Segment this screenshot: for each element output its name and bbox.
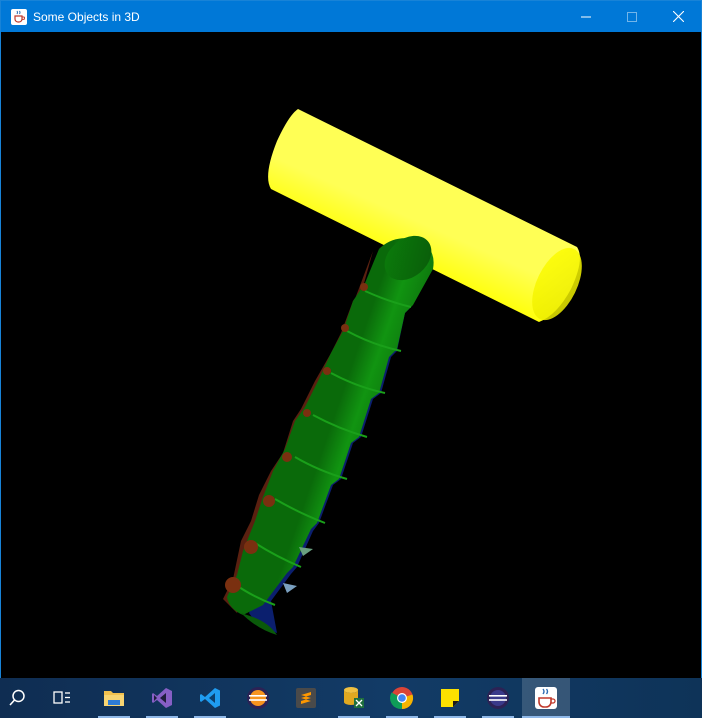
sublime-text-icon xyxy=(296,688,316,708)
taskbar-search[interactable] xyxy=(0,678,34,718)
taskbar-sublime-text[interactable] xyxy=(282,678,330,718)
close-button[interactable] xyxy=(655,1,701,32)
taskbar-eclipse-2[interactable] xyxy=(474,678,522,718)
title-bar[interactable]: Some Objects in 3D xyxy=(1,1,701,32)
taskbar xyxy=(0,678,702,718)
yellow-cylinder xyxy=(268,109,582,322)
taskbar-file-explorer[interactable] xyxy=(90,678,138,718)
maximize-button[interactable] xyxy=(609,1,655,32)
search-icon xyxy=(9,689,25,706)
taskbar-visual-studio[interactable] xyxy=(138,678,186,718)
chrome-icon xyxy=(390,687,414,710)
app-window: Some Objects in 3D xyxy=(0,0,702,678)
window-title: Some Objects in 3D xyxy=(33,9,140,24)
render-canvas-3d[interactable] xyxy=(1,32,701,678)
vs-code-icon xyxy=(200,688,220,708)
maximize-icon xyxy=(627,11,637,22)
file-explorer-icon xyxy=(104,691,124,706)
taskbar-database-tool[interactable] xyxy=(330,678,378,718)
sticky-notes-icon xyxy=(441,689,459,707)
taskbar-java-app[interactable] xyxy=(522,678,570,718)
java-app-icon xyxy=(535,687,557,709)
task-view-icon xyxy=(53,691,70,704)
visual-studio-icon xyxy=(152,688,172,708)
database-tool-icon xyxy=(344,687,364,708)
java-cup-icon[interactable] xyxy=(11,8,27,25)
minimize-button[interactable] xyxy=(563,1,609,32)
scene-3d xyxy=(223,109,582,635)
taskbar-chrome[interactable] xyxy=(378,678,426,718)
taskbar-task-view[interactable] xyxy=(34,678,90,718)
eclipse-icon xyxy=(487,687,509,709)
eclipse-icon xyxy=(247,687,269,709)
green-helical-cone xyxy=(223,235,434,635)
taskbar-vs-code[interactable] xyxy=(186,678,234,718)
taskbar-eclipse[interactable] xyxy=(234,678,282,718)
taskbar-sticky-notes[interactable] xyxy=(426,678,474,718)
minimize-icon xyxy=(581,16,591,17)
close-icon xyxy=(672,11,684,22)
caption-buttons xyxy=(563,1,701,32)
